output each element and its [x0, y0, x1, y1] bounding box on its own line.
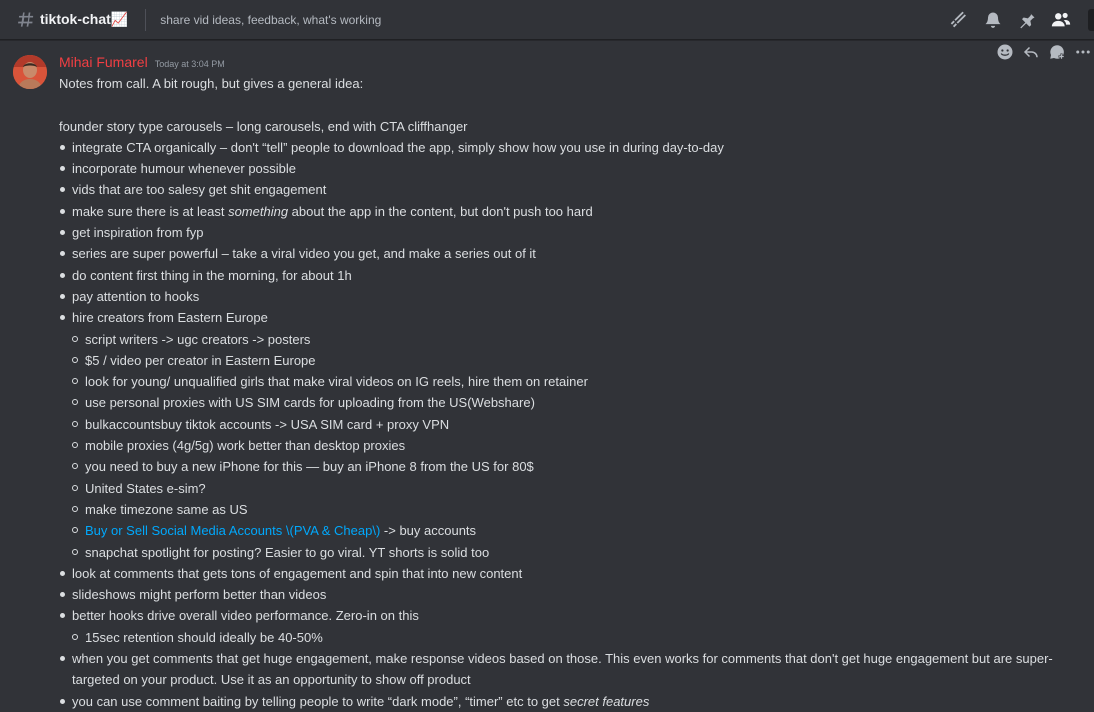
message-heading: founder story type carousels – long caro…: [59, 118, 468, 134]
sub-list-item: United States e-sim?: [59, 478, 1069, 499]
message-actions: [990, 40, 1094, 64]
list-item: do content first thing in the morning, f…: [59, 265, 1069, 286]
sub-list-item: snapchat spotlight for posting? Easier t…: [59, 542, 1069, 563]
text-span: you can use comment baiting by telling p…: [72, 693, 564, 709]
emphasis: secret features: [563, 693, 650, 709]
more-icon[interactable]: [1072, 41, 1094, 63]
list-item: pay attention to hooks: [59, 286, 1069, 307]
timestamp: Today at 3:04 PM: [154, 59, 225, 69]
list-item: make sure there is at least something ab…: [59, 201, 1069, 222]
sub-list-item: you need to buy a new iPhone for this — …: [59, 456, 1069, 477]
sub-list-item: use personal proxies with US SIM cards f…: [59, 392, 1069, 413]
list-item: vids that are too salesy get shit engage…: [59, 179, 1069, 200]
list-item: incorporate humour whenever possible: [59, 158, 1069, 179]
sub-list-item: $5 / video per creator in Eastern Europe: [59, 350, 1069, 371]
list-item: slideshows might perform better than vid…: [59, 584, 1069, 605]
sub-list: script writers -> ugc creators -> poster…: [59, 329, 1069, 563]
avatar[interactable]: [13, 55, 47, 89]
list-item: series are super powerful – take a viral…: [59, 243, 1069, 264]
list-item: you can use comment baiting by telling p…: [59, 691, 1069, 712]
add-reaction-icon[interactable]: [994, 41, 1016, 63]
sub-list-item: script writers -> ugc creators -> poster…: [59, 329, 1069, 350]
channel-name[interactable]: tiktok-chat📈: [40, 11, 128, 28]
text-span: better hooks drive overall video perform…: [72, 608, 419, 624]
header-divider: [145, 8, 147, 31]
text-span: -> buy accounts: [380, 523, 477, 539]
channel-topic[interactable]: share vid ideas, feedback, what's workin…: [160, 13, 381, 27]
members-icon[interactable]: [1050, 9, 1072, 31]
message-header: Mihai Fumarel Today at 3:04 PM: [59, 54, 225, 70]
list-item: integrate CTA organically – don't “tell”…: [59, 137, 1069, 158]
text-span: hire creators from Eastern Europe: [72, 310, 268, 326]
accounts-link[interactable]: Buy or Sell Social Media Accounts \(PVA …: [85, 523, 380, 538]
header-toolbar: [936, 0, 1094, 40]
create-thread-icon[interactable]: [1046, 41, 1068, 63]
sub-list-item: bulkaccountsbuy tiktok accounts -> USA S…: [59, 414, 1069, 435]
username[interactable]: Mihai Fumarel: [59, 54, 148, 70]
list-item: get inspiration from fyp: [59, 222, 1069, 243]
emphasis: something: [228, 203, 289, 219]
hashtag-icon: [14, 10, 34, 30]
reply-icon[interactable]: [1020, 41, 1042, 63]
sub-list-item: 15sec retention should ideally be 40-50%: [59, 627, 1069, 648]
list-item: hire creators from Eastern Europe script…: [59, 307, 1069, 563]
notes-list: integrate CTA organically – don't “tell”…: [59, 137, 1069, 712]
bell-icon[interactable]: [982, 9, 1004, 31]
sub-list-item: mobile proxies (4g/5g) work better than …: [59, 435, 1069, 456]
sub-list-item: look for young/ unqualified girls that m…: [59, 371, 1069, 392]
list-item: look at comments that gets tons of engag…: [59, 563, 1069, 584]
search-box[interactable]: [1088, 9, 1094, 31]
sub-list: 15sec retention should ideally be 40-50%: [59, 627, 1069, 648]
text-span: make sure there is at least: [72, 203, 229, 219]
list-item: better hooks drive overall video perform…: [59, 605, 1069, 648]
list-item: when you get comments that get huge enga…: [59, 648, 1069, 691]
sub-list-item: make timezone same as US: [59, 499, 1069, 520]
channel-header: tiktok-chat📈 share vid ideas, feedback, …: [0, 0, 1094, 40]
message-intro: Notes from call. A bit rough, but gives …: [59, 76, 364, 91]
channel-emoji: 📈: [110, 11, 129, 27]
text-span: about the app in the content, but don't …: [288, 203, 593, 219]
pin-icon[interactable]: [1016, 9, 1038, 31]
sub-list-item: Buy or Sell Social Media Accounts \(PVA …: [59, 520, 1069, 541]
channel-name-text: tiktok-chat: [40, 11, 111, 27]
message-content: Notes from call. A bit rough, but gives …: [59, 73, 1069, 712]
threads-icon[interactable]: [948, 9, 970, 31]
